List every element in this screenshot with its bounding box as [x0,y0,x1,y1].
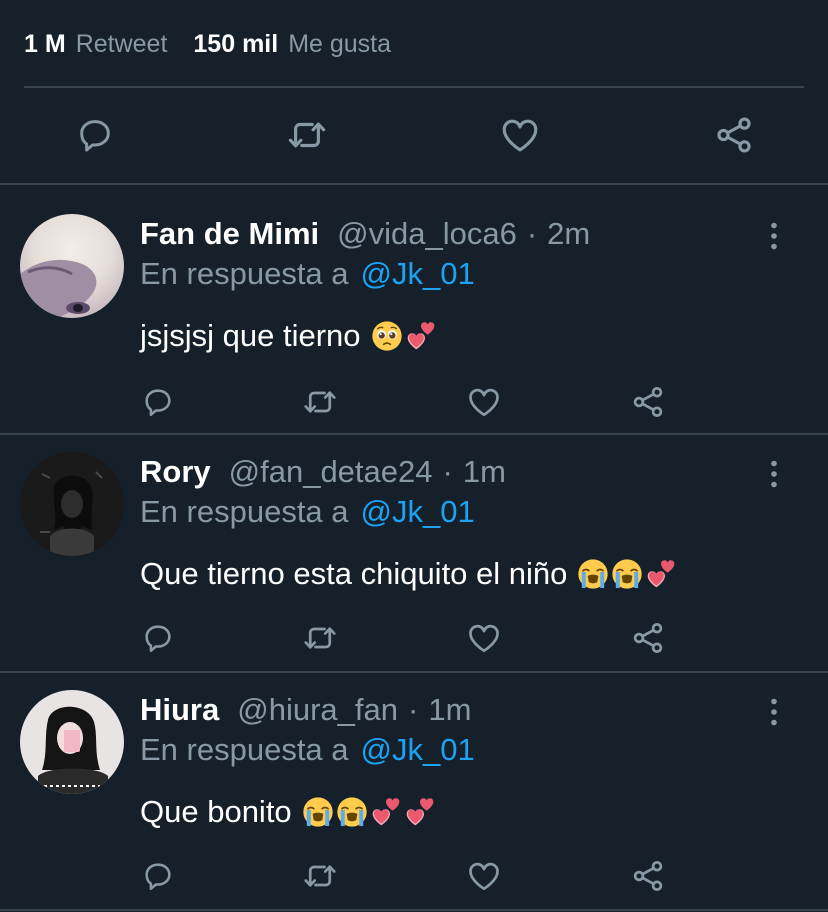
reply-button[interactable] [138,618,178,658]
reply-divider [0,671,828,673]
like-button[interactable] [464,856,504,896]
heart-icon [466,858,502,894]
tweet-action-bar [0,112,828,160]
share-button[interactable] [711,112,757,158]
more-vertical-icon[interactable] [768,222,780,250]
retweet-icon [286,114,328,156]
heart-icon [499,114,541,156]
like-button[interactable] [497,112,543,158]
retweet-label[interactable]: Retweet [76,30,168,59]
section-divider [0,183,828,185]
reply-divider [0,909,828,911]
tweet-text: Que bonito [140,790,436,834]
retweet-button[interactable] [300,856,340,896]
user-handle[interactable]: @fan_detae24 [229,454,433,490]
like-button[interactable] [464,382,504,422]
retweet-count[interactable]: 1 M [24,30,66,59]
two-hearts-emoji [645,558,677,590]
reply-header: Rory @fan_detae24 · 1m [140,452,506,492]
share-button[interactable] [628,856,668,896]
heart-icon [466,384,502,420]
retweet-icon [302,858,338,894]
tweet-stats: 1 M Retweet 150 mil Me gusta [24,26,391,62]
reply-prefix: En respuesta a [140,732,349,767]
loudly-crying-face-emoji [336,796,368,828]
like-button[interactable] [464,618,504,658]
retweet-icon [302,620,338,656]
two-hearts-emoji [404,796,436,828]
reply-header: Fan de Mimi @vida_loca6 · 2m [140,214,590,254]
reply-icon [75,115,115,155]
share-icon [630,620,666,656]
display-name[interactable]: Fan de Mimi [140,216,319,252]
tweet-text-content: Que bonito [140,794,292,829]
loudly-crying-face-emoji [611,558,643,590]
reply-action-bar [0,382,828,422]
reply-icon [141,621,175,655]
avatar[interactable] [20,214,124,318]
separator: · [442,454,453,489]
retweet-button[interactable] [284,112,330,158]
user-handle[interactable]: @hiura_fan [237,692,398,728]
reply-tweet[interactable]: Rory @fan_detae24 · 1m En respuesta a @J… [0,452,828,670]
reply-prefix: En respuesta a [140,256,349,291]
user-handle[interactable]: @vida_loca6 [337,216,517,252]
two-hearts-emoji [370,796,402,828]
avatar-photo [40,471,103,556]
mention-link[interactable]: @Jk_01 [361,732,475,768]
tweet-text: jsjsjsj que tierno [140,314,437,358]
share-button[interactable] [628,382,668,422]
retweet-icon [302,384,338,420]
reply-header: Hiura @hiura_fan · 1m [140,690,471,730]
reply-context: En respuesta a @Jk_01 [140,492,475,532]
retweet-button[interactable] [300,382,340,422]
mention-link[interactable]: @Jk_01 [361,494,475,530]
reply-action-bar [0,618,828,658]
reply-tweet[interactable]: Hiura @hiura_fan · 1m En respuesta a @Jk… [0,690,828,908]
heart-icon [466,620,502,656]
reply-button[interactable] [138,382,178,422]
loudly-crying-face-emoji [577,558,609,590]
reply-button[interactable] [72,112,118,158]
like-count[interactable]: 150 mil [193,30,278,59]
share-icon [630,384,666,420]
reply-icon [141,859,175,893]
avatar[interactable] [20,690,124,794]
display-name[interactable]: Rory [140,454,211,490]
two-hearts-emoji [405,320,437,352]
avatar[interactable] [20,452,124,556]
timestamp[interactable]: 1m [428,692,471,728]
more-vertical-icon[interactable] [768,698,780,726]
avatar-photo [38,706,108,794]
separator: · [408,692,419,727]
reply-context: En respuesta a @Jk_01 [140,730,475,770]
reply-icon [141,385,175,419]
reply-divider [0,433,828,435]
tweet-text-content: jsjsjsj que tierno [140,318,361,353]
separator: · [526,216,538,251]
tweet-text-content: Que tierno esta chiquito el niño [140,556,568,591]
reply-tweet[interactable]: Fan de Mimi @vida_loca6 · 2m En respuest… [0,214,828,432]
loudly-crying-face-emoji [302,796,334,828]
share-icon [630,858,666,894]
pleading-face-emoji [371,320,403,352]
share-icon [713,114,755,156]
timestamp[interactable]: 2m [547,216,590,252]
reply-button[interactable] [138,856,178,896]
more-vertical-icon[interactable] [768,460,780,488]
share-button[interactable] [628,618,668,658]
tweet-text: Que tierno esta chiquito el niño [140,552,677,596]
avatar-photo [20,259,97,318]
reply-context: En respuesta a @Jk_01 [140,254,475,294]
reply-action-bar [0,856,828,896]
timestamp[interactable]: 1m [463,454,506,490]
like-label[interactable]: Me gusta [288,30,391,59]
reply-prefix: En respuesta a [140,494,349,529]
mention-link[interactable]: @Jk_01 [361,256,475,292]
display-name[interactable]: Hiura [140,692,219,728]
retweet-button[interactable] [300,618,340,658]
stats-divider [24,86,804,88]
